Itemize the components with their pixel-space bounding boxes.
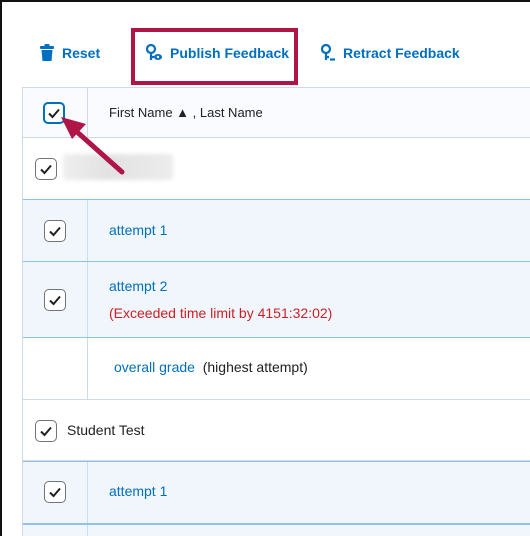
checkmark-icon bbox=[40, 426, 52, 437]
publish-highlight-box bbox=[131, 28, 298, 85]
toolbar: Reset Publish Feedback Retract Feedback bbox=[0, 0, 530, 85]
grades-table: First Name ▲ , Last Name attempt 1 attem… bbox=[22, 87, 530, 536]
row-checkbox[interactable] bbox=[44, 220, 66, 242]
overall-grade-suffix: (highest attempt) bbox=[202, 359, 308, 375]
retract-feedback-button[interactable]: Retract Feedback bbox=[321, 44, 460, 61]
checkmark-icon bbox=[49, 226, 61, 237]
table-row: attempt 1 bbox=[23, 199, 530, 262]
checkmark-icon bbox=[48, 108, 60, 119]
row-checkbox[interactable] bbox=[35, 420, 57, 442]
row-checkbox[interactable] bbox=[44, 289, 66, 311]
attempt-link[interactable]: attempt 1 bbox=[109, 222, 167, 238]
checkmark-icon bbox=[40, 164, 52, 175]
time-limit-warning: (Exceeded time limit by 4151:32:02) bbox=[109, 305, 333, 321]
table-row: attempt 2 (Exceeded time limit by 4151:3… bbox=[23, 261, 530, 338]
reset-label: Reset bbox=[62, 44, 101, 61]
row-checkbox[interactable] bbox=[44, 481, 66, 503]
overall-grade-link[interactable]: overall grade bbox=[114, 359, 195, 375]
attempt-link[interactable]: attempt 1 bbox=[109, 483, 167, 499]
select-all-checkbox[interactable] bbox=[43, 102, 65, 124]
student-name: Student Test bbox=[67, 422, 145, 438]
overall-grade-cell: overall grade (highest attempt) bbox=[114, 359, 308, 375]
reset-button[interactable]: Reset bbox=[40, 44, 100, 61]
table-row: Student Test bbox=[23, 400, 530, 461]
table-row bbox=[23, 138, 530, 200]
row-checkbox[interactable] bbox=[35, 158, 57, 180]
table-row: attempt 1 bbox=[23, 461, 530, 524]
trash-icon bbox=[40, 44, 54, 61]
table-row: overall grade (highest attempt) bbox=[23, 338, 530, 400]
table-row bbox=[23, 524, 530, 536]
checkmark-icon bbox=[49, 295, 61, 306]
redacted-student-name bbox=[63, 154, 173, 180]
attempt-link[interactable]: attempt 2 bbox=[109, 278, 167, 294]
checkmark-icon bbox=[49, 487, 61, 498]
retract-feedback-label: Retract Feedback bbox=[343, 44, 460, 61]
table-header-row: First Name ▲ , Last Name bbox=[23, 88, 530, 138]
retract-feedback-icon bbox=[321, 44, 335, 61]
name-column-header[interactable]: First Name ▲ , Last Name bbox=[109, 105, 263, 120]
